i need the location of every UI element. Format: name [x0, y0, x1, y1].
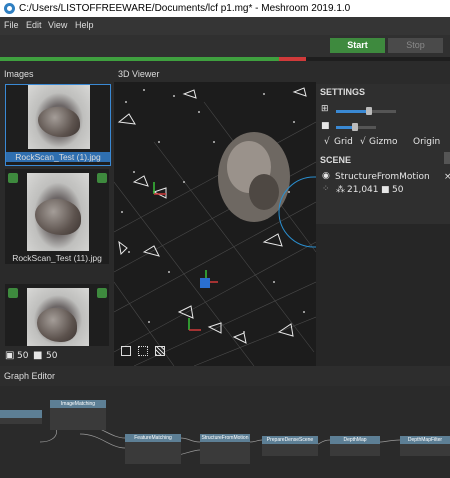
scene-cameras-count: 50: [392, 185, 404, 195]
cameras-count-icon: ■: [33, 350, 43, 361]
window-title: C:/Users/LISTOFFREEWARE/Documents/lcf p1…: [19, 3, 351, 14]
status-ok-icon: [8, 173, 18, 183]
image-preview: [27, 288, 89, 346]
meshroom-logo-icon: [4, 3, 15, 14]
point-cloud-view: [114, 87, 316, 366]
progress-bar: [0, 57, 450, 61]
camera-scale-knob[interactable]: [352, 123, 358, 131]
images-count-icon: ▣: [5, 350, 15, 361]
view-mode-solid-icon[interactable]: [121, 346, 131, 356]
node-prepare-dense-scene-title: PrepareDenseScene: [262, 436, 318, 444]
image-preview: [28, 85, 90, 149]
title-bar: C:/Users/LISTOFFREEWARE/Documents/lcf p1…: [0, 0, 450, 17]
origin-toggle[interactable]: Origin: [413, 137, 440, 147]
node-image-matching-title: ImageMatching: [50, 400, 106, 408]
menu-view[interactable]: View: [48, 20, 67, 30]
view-mode-grid-icon[interactable]: [138, 346, 148, 356]
graph-editor-title: Graph Editor: [4, 371, 56, 381]
node-feature-matching-title: FeatureMatching: [125, 434, 181, 442]
node-feature-extraction-title: [0, 410, 42, 418]
visibility-eye-icon[interactable]: ◉: [322, 171, 330, 181]
graph-editor[interactable]: ImageMatching FeatureMatching StructureF…: [0, 386, 450, 478]
progress-done: [0, 57, 279, 61]
camera-icon: [97, 288, 107, 298]
graph-editor-header: Graph Editor: [0, 366, 450, 386]
image-thumbnail-2[interactable]: RockScan_Test (11).jpg: [5, 169, 109, 264]
images-header: Images: [4, 69, 34, 79]
point-size-icon: ⊞: [321, 104, 329, 114]
camera-scale-icon: ■: [321, 121, 330, 131]
view-mode-textured-icon[interactable]: [155, 346, 165, 356]
start-button[interactable]: Start: [330, 38, 385, 53]
status-ok-icon: [8, 288, 18, 298]
viewer-side-area: [316, 224, 450, 366]
point-size-knob[interactable]: [366, 107, 372, 115]
settings-header: SETTINGS: [320, 87, 366, 97]
gizmo-check-icon[interactable]: √: [360, 137, 366, 147]
grid-toggle[interactable]: Grid: [334, 137, 353, 147]
points-count-icon: ⁂: [336, 185, 345, 195]
remove-scene-item-icon[interactable]: ×: [444, 172, 450, 182]
3d-viewer[interactable]: [114, 82, 316, 366]
scene-item-name[interactable]: StructureFromMotion: [335, 172, 430, 182]
cameras-icon: ■: [381, 185, 390, 195]
settings-panel: SETTINGS ⊞ ■ √ Grid √ Gizmo Origin SCENE…: [316, 84, 450, 224]
image-label: RockScan_Test (11).jpg: [12, 253, 102, 263]
menu-help[interactable]: Help: [75, 20, 94, 30]
image-thumbnail-1[interactable]: RockScan_Test (1).jpg: [5, 84, 111, 166]
images-count: 50: [17, 351, 29, 361]
scene-header: SCENE: [320, 155, 352, 165]
viewer-header: 3D Viewer: [118, 69, 160, 79]
camera-icon: [97, 173, 107, 183]
gizmo-toggle[interactable]: Gizmo: [369, 137, 397, 147]
node-structure-from-motion-title: StructureFromMotion: [200, 434, 250, 442]
scene-menu-button[interactable]: [444, 152, 450, 164]
progress-error: [279, 57, 306, 61]
menu-edit[interactable]: Edit: [26, 20, 42, 30]
points-count: 21,041: [347, 185, 379, 195]
menu-bar: File Edit View Help: [0, 17, 450, 35]
grid-check-icon[interactable]: √: [324, 137, 330, 147]
image-thumbnail-3[interactable]: [5, 284, 109, 346]
cameras-count: 50: [46, 351, 58, 361]
node-depth-map-title: DepthMap: [330, 436, 380, 444]
point-cloud-icon: ⁘: [322, 184, 330, 194]
stop-button[interactable]: Stop: [388, 38, 443, 53]
image-label: RockScan_Test (1).jpg: [6, 152, 110, 162]
images-panel: RockScan_Test (1).jpg RockScan_Test (11)…: [0, 82, 113, 366]
node-depth-map-filter-title: DepthMapFilter: [400, 436, 450, 444]
image-preview: [27, 173, 89, 251]
menu-file[interactable]: File: [4, 20, 19, 30]
